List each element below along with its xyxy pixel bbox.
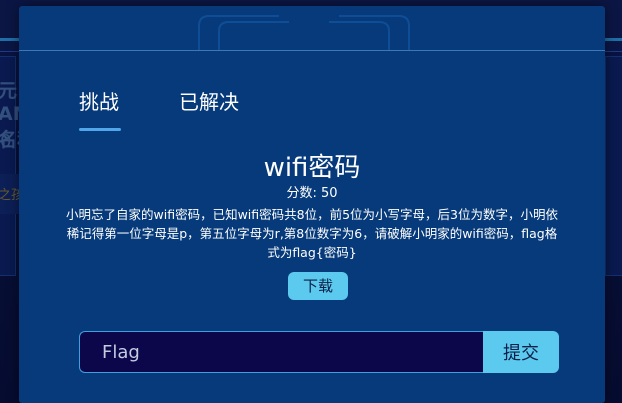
background-card-left-content: 元AMF名称 0 之孩 xyxy=(0,56,20,276)
background-card-right xyxy=(605,56,622,276)
challenge-modal: 挑战 已解决 wifi密码 分数: 50 小明忘了自家的wifi密码，已知wif… xyxy=(19,6,605,403)
background-deco-line xyxy=(605,38,622,41)
background-card-strip-text: 之孩 xyxy=(0,188,20,203)
download-button[interactable]: 下载 xyxy=(288,272,348,300)
background-deco-line xyxy=(0,38,20,41)
challenge-description: 小明忘了自家的wifi密码，已知wifi密码共8位，前5位为小写字母，后3位为数… xyxy=(66,207,558,260)
background-card-strip: 之孩 xyxy=(0,174,20,214)
modal-header-divider xyxy=(19,50,605,51)
submit-button[interactable]: 提交 xyxy=(483,331,559,373)
tab-solved[interactable]: 已解决 xyxy=(179,86,239,127)
challenge-score: 分数: 50 xyxy=(286,186,338,201)
background-card-score: 0 xyxy=(0,131,12,152)
flag-input[interactable] xyxy=(79,331,483,373)
challenge-tabs: 挑战 已解决 xyxy=(79,86,239,131)
challenge-details: wifi密码 分数: 50 小明忘了自家的wifi密码，已知wifi密码共8位，… xyxy=(19,152,605,262)
modal-header-decoration xyxy=(198,15,410,51)
challenge-title: wifi密码 xyxy=(263,153,361,183)
flag-submit-form: 提交 xyxy=(79,331,559,373)
tab-challenge[interactable]: 挑战 xyxy=(79,86,121,131)
